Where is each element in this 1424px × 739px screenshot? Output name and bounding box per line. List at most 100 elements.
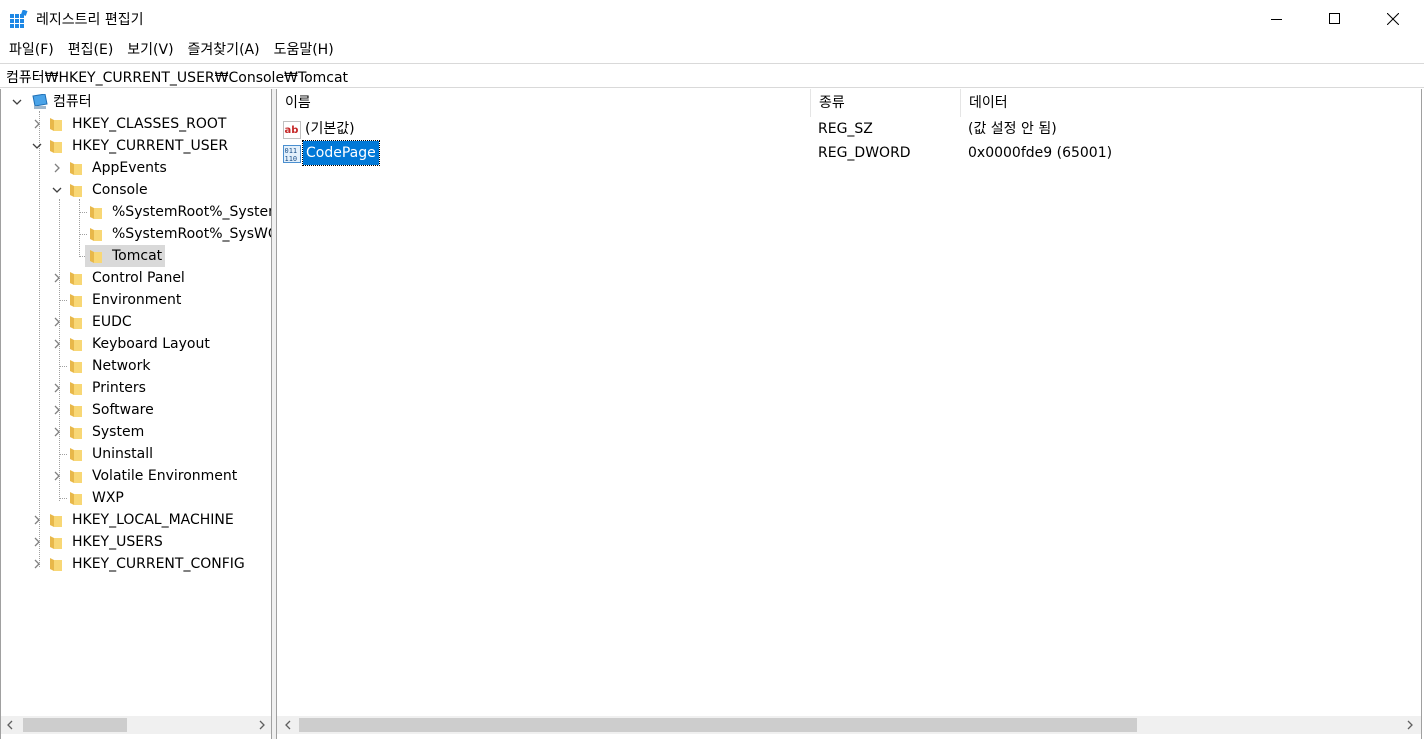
tree-item-hkey-users[interactable]: HKEY_USERS xyxy=(1,531,271,553)
menu-help[interactable]: 도움말(H) xyxy=(267,38,341,62)
chevron-right-icon xyxy=(1407,720,1413,730)
chevron-right-icon[interactable] xyxy=(31,558,43,570)
address-bar[interactable]: 컴퓨터₩HKEY_CURRENT_USER₩Console₩Tomcat xyxy=(0,63,1424,88)
close-button[interactable] xyxy=(1364,0,1422,38)
menu-file[interactable]: 파일(F) xyxy=(2,38,61,62)
folder-icon xyxy=(70,382,82,395)
value-row[interactable]: 011 110 CodePage REG_DWORD 0x0000fde9 (6… xyxy=(277,140,1421,166)
tree-item-uninstall[interactable]: Uninstall xyxy=(1,443,271,465)
tree-item-tomcat[interactable]: Tomcat xyxy=(1,245,271,267)
values-horizontal-scrollbar[interactable] xyxy=(277,716,1421,734)
chevron-right-icon[interactable] xyxy=(31,118,43,130)
svg-text:011: 011 xyxy=(285,147,298,155)
value-type: REG_SZ xyxy=(818,121,873,137)
minimize-button[interactable] xyxy=(1248,0,1306,38)
tree-item-software[interactable]: Software xyxy=(1,399,271,421)
column-header-name[interactable]: 이름 xyxy=(277,89,811,117)
chevron-right-icon[interactable] xyxy=(51,404,63,416)
tree-item-system[interactable]: System xyxy=(1,421,271,443)
folder-icon xyxy=(90,206,102,219)
folder-icon xyxy=(50,118,62,131)
tree-label: HKEY_CURRENT_CONFIG xyxy=(72,556,245,572)
tree-item-systemroot-syswow[interactable]: %SystemRoot%_SysWO xyxy=(1,223,271,245)
tree-label: AppEvents xyxy=(92,160,167,176)
chevron-right-icon[interactable] xyxy=(51,382,63,394)
folder-icon xyxy=(70,448,82,461)
tree-item-computer[interactable]: 컴퓨터 xyxy=(1,91,271,113)
folder-icon xyxy=(50,514,62,527)
folder-icon xyxy=(70,294,82,307)
folder-icon xyxy=(50,536,62,549)
computer-icon xyxy=(32,94,48,109)
svg-text:110: 110 xyxy=(285,155,298,163)
close-icon xyxy=(1387,13,1399,25)
chevron-right-icon[interactable] xyxy=(31,536,43,548)
chevron-right-icon[interactable] xyxy=(51,316,63,328)
tree-item-systemroot-system[interactable]: %SystemRoot%_System xyxy=(1,201,271,223)
value-type: REG_DWORD xyxy=(818,145,911,161)
svg-text:ab: ab xyxy=(285,125,299,136)
value-name: CodePage xyxy=(302,140,380,166)
chevron-right-icon[interactable] xyxy=(31,514,43,526)
tree-item-hkey-current-config[interactable]: HKEY_CURRENT_CONFIG xyxy=(1,553,271,575)
chevron-down-icon[interactable] xyxy=(31,140,43,152)
tree-item-hkey-classes-root[interactable]: HKEY_CLASSES_ROOT xyxy=(1,113,271,135)
tree-label: HKEY_CURRENT_USER xyxy=(72,138,229,154)
tree-item-console[interactable]: Console xyxy=(1,179,271,201)
tree-label: %SystemRoot%_System xyxy=(112,204,272,220)
tree-label: Environment xyxy=(92,292,182,308)
tree-item-hkey-local-machine[interactable]: HKEY_LOCAL_MACHINE xyxy=(1,509,271,531)
scroll-right-button[interactable] xyxy=(253,716,271,734)
folder-icon xyxy=(50,558,62,571)
tree-item-environment[interactable]: Environment xyxy=(1,289,271,311)
chevron-left-icon xyxy=(285,720,291,730)
chevron-down-icon[interactable] xyxy=(11,96,23,108)
scroll-left-button[interactable] xyxy=(1,716,19,734)
tree-label: Software xyxy=(92,402,154,418)
scroll-thumb[interactable] xyxy=(23,718,127,732)
maximize-button[interactable] xyxy=(1306,0,1364,38)
tree-label: HKEY_LOCAL_MACHINE xyxy=(72,512,234,528)
minimize-icon xyxy=(1271,19,1282,20)
chevron-down-icon[interactable] xyxy=(51,184,63,196)
value-name: (기본값) xyxy=(305,121,355,137)
registry-editor-icon xyxy=(10,10,28,28)
menu-bar: 파일(F) 편집(E) 보기(V) 즐겨찾기(A) 도움말(H) xyxy=(0,38,1424,62)
tree-item-appevents[interactable]: AppEvents xyxy=(1,157,271,179)
scroll-thumb[interactable] xyxy=(299,718,1137,732)
menu-favorites[interactable]: 즐겨찾기(A) xyxy=(181,38,267,62)
value-row[interactable]: ab (기본값) REG_SZ (값 설정 안 됨) xyxy=(277,117,1421,141)
tree-label: WXP xyxy=(92,490,124,506)
tree-pane[interactable]: 컴퓨터 HKEY_CLASSES_ROOT HKEY_CURRENT_USER … xyxy=(0,89,272,739)
tree-label: EUDC xyxy=(92,314,132,330)
menu-edit[interactable]: 편집(E) xyxy=(61,38,121,62)
chevron-right-icon[interactable] xyxy=(51,470,63,482)
value-data: 0x0000fde9 (65001) xyxy=(968,145,1113,161)
tree-item-volatile-environment[interactable]: Volatile Environment xyxy=(1,465,271,487)
folder-icon xyxy=(70,492,82,505)
chevron-right-icon[interactable] xyxy=(51,272,63,284)
tree-item-network[interactable]: Network xyxy=(1,355,271,377)
column-header-type[interactable]: 종류 xyxy=(811,89,961,117)
tree-item-wxp[interactable]: WXP xyxy=(1,487,271,509)
tree-label: HKEY_USERS xyxy=(72,534,163,550)
chevron-right-icon[interactable] xyxy=(51,162,63,174)
column-header-data[interactable]: 데이터 xyxy=(961,89,1421,117)
menu-view[interactable]: 보기(V) xyxy=(120,38,180,62)
tree-horizontal-scrollbar[interactable] xyxy=(1,716,271,734)
folder-icon xyxy=(70,470,82,483)
folder-icon xyxy=(70,316,82,329)
chevron-right-icon[interactable] xyxy=(51,338,63,350)
tree-item-hkey-current-user[interactable]: HKEY_CURRENT_USER xyxy=(1,135,271,157)
tree-item-control-panel[interactable]: Control Panel xyxy=(1,267,271,289)
values-pane[interactable]: 이름 종류 데이터 ab (기본값) REG_SZ (값 설정 안 됨) 011… xyxy=(276,89,1422,739)
address-text[interactable]: 컴퓨터₩HKEY_CURRENT_USER₩Console₩Tomcat xyxy=(6,67,348,87)
tree-item-printers[interactable]: Printers xyxy=(1,377,271,399)
tree-label: System xyxy=(92,424,145,440)
tree-item-keyboard-layout[interactable]: Keyboard Layout xyxy=(1,333,271,355)
scroll-left-button[interactable] xyxy=(279,716,297,734)
folder-icon xyxy=(90,228,102,241)
tree-item-eudc[interactable]: EUDC xyxy=(1,311,271,333)
chevron-right-icon[interactable] xyxy=(51,426,63,438)
scroll-right-button[interactable] xyxy=(1401,716,1419,734)
